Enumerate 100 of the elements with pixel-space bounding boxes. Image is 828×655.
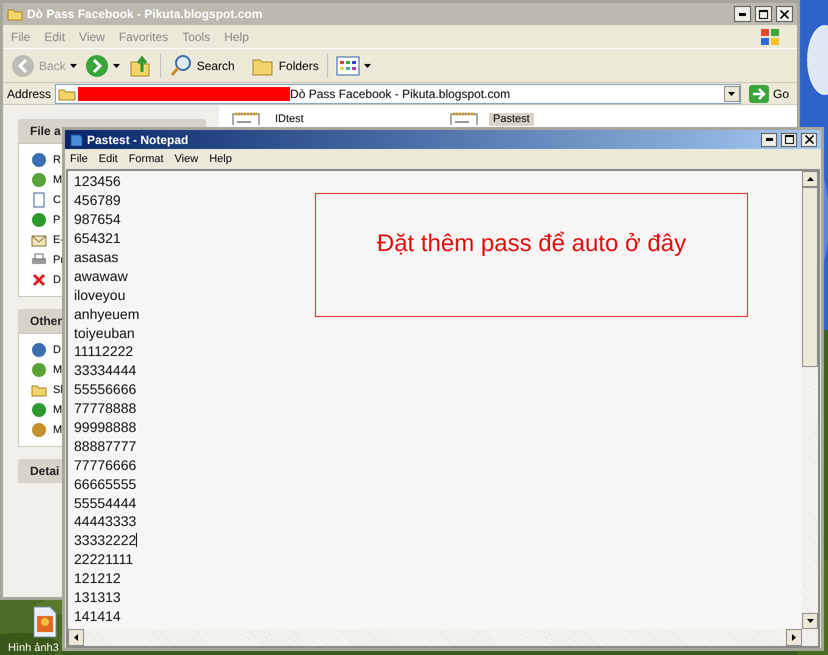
text-line: 33334444 [74, 363, 136, 378]
caret-icon [364, 64, 371, 68]
task-icon [31, 212, 47, 228]
task-icon [31, 172, 47, 188]
folders-button[interactable]: Folders [250, 54, 319, 76]
search-icon [168, 54, 193, 78]
text-line: 22221111 [74, 552, 134, 566]
text-line: 99998888 [74, 420, 136, 434]
scroll-thumb[interactable] [802, 187, 818, 367]
maximize-button[interactable] [781, 132, 797, 146]
horizontal-scrollbar[interactable] [68, 629, 802, 646]
maximize-button[interactable] [755, 6, 772, 22]
caret-icon [728, 92, 736, 96]
text-line: 77776666 [74, 458, 136, 472]
text-line: 77778888 [74, 401, 136, 416]
text-line: toiyeuban [74, 326, 135, 340]
text-line: 55556666 [74, 382, 136, 396]
text-line: 456789 [74, 193, 121, 208]
task-panel-header[interactable]: File a [18, 122, 62, 140]
maximize-icon [759, 10, 768, 18]
caret-icon [70, 64, 77, 68]
text-line: 123456 [74, 174, 121, 188]
views-button[interactable] [336, 56, 371, 76]
text-line: iloveyou [74, 288, 126, 302]
close-icon [780, 10, 789, 18]
task-icon [31, 342, 47, 358]
text-line: 88887777 [74, 438, 136, 453]
text-line: 11112222 [74, 344, 134, 358]
menu-item[interactable]: Help [209, 150, 232, 168]
task-link[interactable]: M [53, 402, 62, 418]
address-label: Address [7, 86, 52, 102]
close-button[interactable] [801, 132, 817, 146]
right-arrow-icon [792, 634, 796, 641]
minimize-button[interactable] [761, 132, 777, 146]
folder-icon [7, 7, 23, 21]
close-button[interactable] [776, 6, 793, 22]
text-line: 33332222 [74, 533, 138, 548]
search-button[interactable]: Search [168, 54, 235, 78]
task-icon [31, 152, 47, 168]
notepad-file-icon[interactable] [231, 111, 261, 125]
text-line: 66665555 [74, 476, 136, 491]
file-name[interactable]: IDtest [271, 113, 308, 126]
text-line: asasas [74, 250, 118, 264]
minimize-icon [739, 12, 746, 16]
text-line: 121212 [74, 571, 121, 586]
text-line: awawaw [74, 268, 128, 283]
minimize-button[interactable] [734, 6, 751, 22]
task-panel-header[interactable]: Detai [18, 462, 62, 480]
task-link[interactable]: C [53, 192, 61, 208]
maximize-icon [784, 135, 794, 144]
document-icon [31, 192, 47, 208]
task-link[interactable]: P [53, 212, 60, 228]
address-field[interactable]: Dò Pass Facebook - Pikuta.blogspot.com [55, 84, 741, 104]
window-title: Pastest - Notepad [87, 132, 188, 148]
task-icon [31, 362, 47, 378]
scroll-down-button[interactable] [802, 613, 818, 629]
file-name[interactable]: Pastest [489, 113, 534, 126]
task-icon [31, 402, 47, 418]
task-panel-header[interactable]: Other [18, 312, 62, 330]
text-line: 654321 [74, 231, 121, 246]
task-link[interactable]: D [53, 272, 61, 288]
menu-item[interactable]: Format [128, 150, 164, 168]
go-button[interactable]: Go [744, 84, 793, 102]
scroll-right-button[interactable] [786, 629, 802, 646]
menu-item[interactable]: File [70, 150, 88, 168]
menu-item[interactable]: Edit [98, 150, 118, 168]
grid-view-icon [336, 56, 360, 76]
scroll-left-button[interactable] [68, 629, 84, 646]
windows-logo-icon [759, 26, 781, 46]
task-link[interactable]: R [53, 152, 61, 168]
task-link[interactable]: M [53, 362, 62, 378]
text-line: 44443333 [74, 514, 136, 528]
annotation-text: Đặt thêm pass để auto ở đây [376, 229, 686, 259]
down-arrow-icon [806, 619, 814, 623]
task-link[interactable]: Sl [53, 382, 63, 398]
close-icon [804, 135, 814, 144]
task-link[interactable]: D [53, 342, 61, 358]
up-folder-button[interactable] [128, 54, 152, 78]
left-arrow-icon [74, 634, 78, 641]
vertical-scrollbar[interactable] [802, 171, 818, 646]
task-link[interactable]: M [53, 172, 62, 188]
caret-icon [112, 64, 120, 68]
image-file-icon[interactable] [32, 606, 58, 638]
delete-icon [31, 272, 47, 288]
go-arrow-icon [748, 84, 769, 102]
dropdown-button[interactable] [724, 86, 740, 102]
text-line: 141414 [74, 608, 121, 623]
text-line: 987654 [74, 212, 121, 226]
window-title: Dò Pass Facebook - Pikuta.blogspot.com [27, 6, 262, 23]
forward-button[interactable] [84, 54, 120, 78]
text-line: 131313 [74, 590, 121, 604]
menu-item[interactable]: View [174, 150, 198, 168]
up-arrow-icon [806, 177, 814, 181]
text-line: 55554444 [74, 496, 136, 510]
notepad-icon [69, 132, 83, 146]
minimize-icon [766, 138, 772, 141]
notepad-file-icon[interactable] [449, 111, 479, 125]
text-line: anhyeuem [74, 306, 140, 321]
task-link[interactable]: M [53, 422, 62, 438]
scroll-up-button[interactable] [802, 171, 818, 187]
